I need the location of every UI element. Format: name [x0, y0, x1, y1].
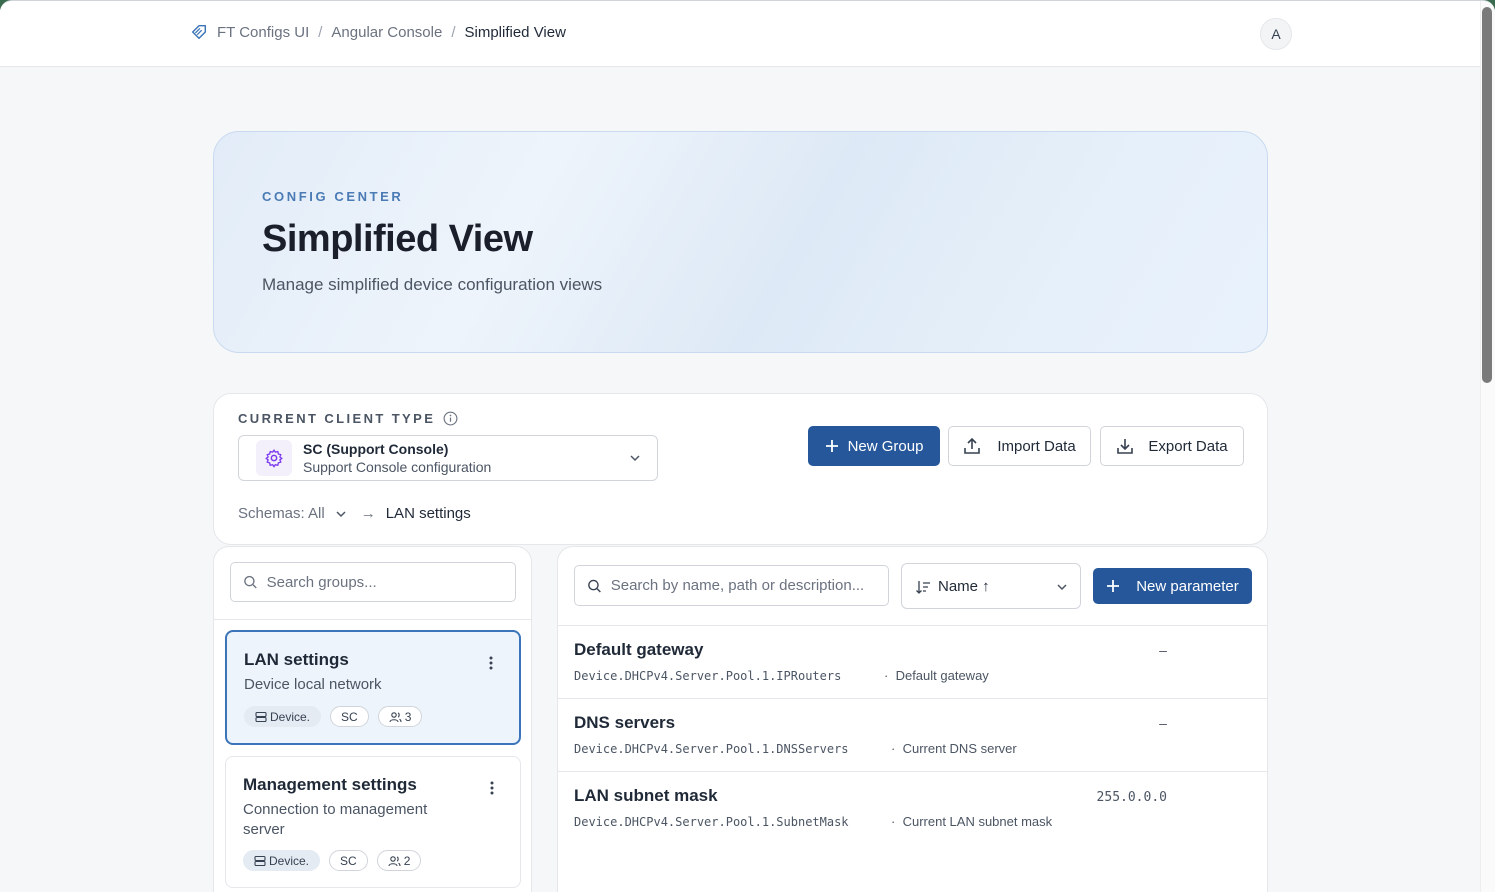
more-vertical-icon[interactable] — [489, 656, 493, 670]
group-search-input[interactable] — [266, 573, 515, 591]
plus-icon — [825, 440, 838, 452]
separator-dot: · — [891, 814, 896, 829]
users-count-tag: 3 — [377, 706, 423, 727]
device-tag: Device. — [244, 706, 322, 727]
group-card-lan-settings[interactable]: LAN settings Device local network Device… — [225, 630, 521, 745]
chevron-down-icon[interactable] — [335, 508, 347, 520]
breadcrumb-item-angular-console[interactable]: Angular Console — [331, 24, 442, 41]
client-type-title: SC (Support Console) — [303, 441, 449, 457]
top-bar: FT Configs UI / Angular Console / Simpli… — [0, 1, 1480, 67]
parameter-row[interactable]: DNS servers Device.DHCPv4.Server.Pool.1.… — [558, 699, 1267, 771]
client-type-description: Support Console configuration — [303, 459, 492, 475]
import-data-button[interactable]: Import Data — [948, 426, 1091, 466]
search-icon — [244, 575, 257, 589]
parameter-description-text: Current DNS server — [902, 741, 1017, 756]
divider — [214, 619, 531, 620]
parameter-path: Device.DHCPv4.Server.Pool.1.SubnetMask — [574, 815, 849, 829]
parameter-description: · Current LAN subnet mask — [891, 814, 1052, 829]
parameter-search[interactable] — [574, 565, 889, 606]
group-name: LAN settings — [244, 650, 349, 669]
parameters-panel: Name ↑ New parameter Default gateway Dev… — [557, 546, 1268, 892]
plus-icon — [1107, 580, 1120, 592]
app-window: FT Configs UI / Angular Console / Simpli… — [0, 0, 1495, 892]
breadcrumb-current: Simplified View — [464, 23, 566, 41]
server-icon — [255, 711, 267, 722]
parameter-path: Device.DHCPv4.Server.Pool.1.DNSServers — [574, 742, 849, 756]
parameter-name: Default gateway — [574, 640, 704, 659]
download-icon — [1117, 439, 1134, 454]
parameter-name: DNS servers — [574, 713, 676, 732]
parameter-value: – — [1159, 644, 1167, 659]
more-vertical-icon[interactable] — [490, 781, 494, 795]
breadcrumb-item-ft-configs[interactable]: FT Configs UI — [217, 24, 309, 41]
breadcrumb-separator: / — [451, 23, 456, 41]
breadcrumb-separator: / — [318, 23, 323, 41]
device-tag-label: Device. — [270, 709, 311, 724]
export-data-label: Export Data — [1148, 437, 1228, 455]
hero-kicker: CONFIG CENTER — [262, 189, 404, 204]
new-group-button[interactable]: New Group — [808, 426, 940, 466]
group-tags: Device. SC 3 — [244, 706, 423, 727]
client-type-label-text: CURRENT CLIENT TYPE — [238, 411, 436, 426]
info-icon[interactable] — [443, 411, 458, 426]
gear-icon — [256, 440, 292, 476]
client-tag: SC — [330, 706, 369, 727]
breadcrumb: FT Configs UI / Angular Console / Simpli… — [190, 23, 566, 41]
page-title: Simplified View — [262, 218, 533, 260]
parameter-name: LAN subnet mask — [574, 786, 718, 805]
parameter-search-input[interactable] — [610, 577, 888, 594]
group-card-management-settings[interactable]: Management settings Connection to manage… — [225, 756, 521, 888]
tag-logo-icon — [191, 24, 207, 40]
users-count-tag: 2 — [376, 850, 422, 871]
client-type-panel: CURRENT CLIENT TYPE SC (Support Console)… — [213, 393, 1268, 545]
parameter-row[interactable]: Default gateway Device.DHCPv4.Server.Poo… — [558, 626, 1267, 698]
users-icon — [388, 855, 401, 866]
group-description: Device local network — [244, 676, 382, 693]
parameter-path: Device.DHCPv4.Server.Pool.1.IPRouters — [574, 669, 842, 683]
parameter-value: 255.0.0.0 — [1096, 790, 1167, 805]
sort-label: Name ↑ — [938, 578, 990, 595]
device-tag-label: Device. — [269, 853, 310, 868]
chevron-down-icon — [1057, 584, 1067, 591]
parameter-value: – — [1159, 717, 1167, 732]
parameter-row[interactable]: LAN subnet mask Device.DHCPv4.Server.Poo… — [558, 772, 1267, 844]
upload-icon — [964, 437, 981, 454]
client-type-select[interactable]: SC (Support Console) Support Console con… — [238, 435, 658, 481]
users-count: 3 — [404, 709, 412, 724]
search-icon — [588, 579, 601, 592]
parameter-description: · Default gateway — [884, 668, 989, 683]
scrollbar-thumb[interactable] — [1482, 7, 1492, 383]
separator-dot: · — [884, 668, 889, 683]
avatar[interactable]: A — [1260, 18, 1292, 50]
schemas-current: LAN settings — [385, 505, 471, 522]
separator-dot: · — [891, 741, 896, 756]
schemas-dropdown[interactable]: Schemas: All — [238, 505, 325, 522]
sort-select[interactable]: Name ↑ — [901, 563, 1081, 609]
new-parameter-label: New parameter — [1136, 577, 1239, 595]
groups-panel: LAN settings Device local network Device… — [213, 546, 532, 892]
new-group-label: New Group — [847, 437, 924, 455]
users-icon — [389, 711, 402, 722]
group-tags: Device. SC 2 — [243, 850, 422, 871]
group-name: Management settings — [243, 775, 417, 794]
device-tag: Device. — [243, 850, 321, 871]
parameter-description-text: Default gateway — [895, 668, 989, 683]
server-icon — [254, 855, 266, 866]
chevron-down-icon — [630, 455, 640, 462]
parameter-description-text: Current LAN subnet mask — [902, 814, 1053, 829]
group-description: Connection to management server — [243, 801, 428, 838]
arrow-right-icon: → — [360, 505, 376, 522]
page-subtitle: Manage simplified device configuration v… — [262, 275, 603, 294]
parameter-description: · Current DNS server — [891, 741, 1017, 756]
client-tag: SC — [329, 850, 368, 871]
users-count: 2 — [403, 853, 411, 868]
sort-icon — [916, 581, 930, 594]
hero-banner: CONFIG CENTER Simplified View Manage sim… — [213, 131, 1268, 353]
group-search[interactable] — [230, 562, 516, 602]
export-data-button[interactable]: Export Data — [1100, 426, 1244, 466]
new-parameter-button[interactable]: New parameter — [1093, 568, 1252, 604]
schemas-filter: Schemas: All → LAN settings — [238, 505, 471, 522]
client-type-label: CURRENT CLIENT TYPE — [238, 411, 458, 426]
import-data-label: Import Data — [997, 437, 1076, 455]
